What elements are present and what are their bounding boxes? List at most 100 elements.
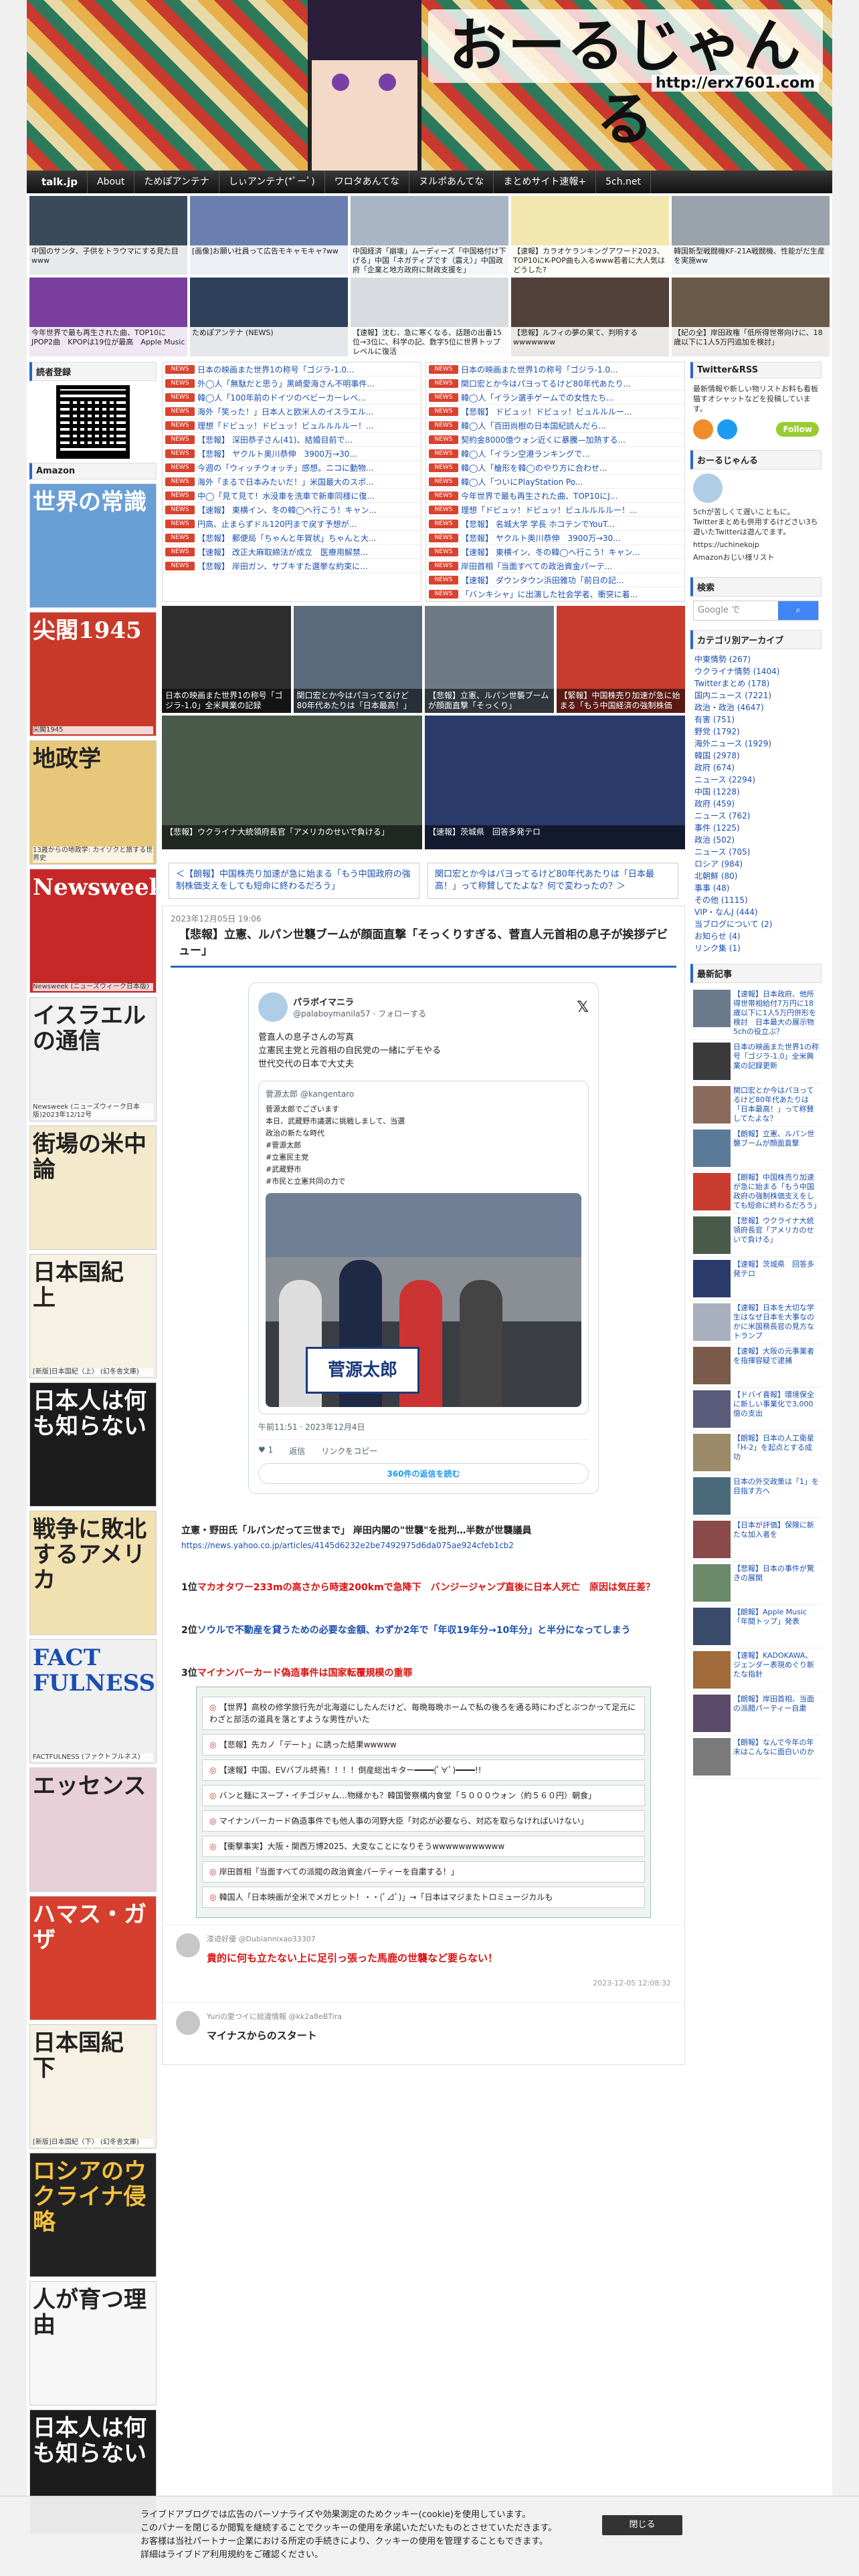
news-list-row[interactable]: NEWS 海外「まるで日本みたいだ！」米国最大のスポ... <box>163 475 421 489</box>
article-title[interactable]: 【悲報】立憲、ルパン世襲ブームが顔面直撃「そっくりすぎる、菅直人元首相の息子が挨… <box>171 927 676 968</box>
quoted-tweet[interactable]: 菅源太郎 @kangentaro 菅源太郎でございます 本日、武蔵野市議選に挑戦し… <box>258 1081 589 1414</box>
recent-article[interactable]: 【速報】KADOKAWA、ジェンダー表現めぐり新たな指針 <box>690 1648 822 1692</box>
news-link[interactable]: 【悲報】 岸田ガン、サブキすた選挙な約束に... <box>197 560 368 572</box>
news-link[interactable]: 関口宏とか今はパヨってるけど80年代あたり... <box>461 378 631 389</box>
category-link[interactable]: 野党 (1792) <box>690 726 822 738</box>
nav-item[interactable]: まとめサイト速報+ <box>494 171 597 193</box>
recent-thumb[interactable] <box>693 1608 731 1645</box>
recent-title[interactable]: 【ドバイ喜報】環境保全に新しい事業化で3,000億の支出 <box>733 1390 819 1428</box>
antenna-thumb[interactable]: [画像]お願い社員って広告モキャモキャ?ww <box>190 196 348 275</box>
related-link-text[interactable]: 岸田首相「当面すべての派閥の政治資金パーティーを自粛する！」 <box>219 1867 459 1876</box>
search-input[interactable]: Google で <box>694 601 778 620</box>
news-list-row[interactable]: NEWS 日本の映画また世界1の称号「ゴジラ-1.0... <box>426 362 684 377</box>
quoted-tweet-photo[interactable]: 菅源太郎 <box>266 1193 581 1407</box>
nav-item[interactable]: About <box>88 171 135 193</box>
recent-title[interactable]: 【朗報】なんで今年の年末はこんなに面白いのか <box>733 1738 819 1776</box>
embedded-tweet[interactable]: パラボイマニラ @palaboymanila57 · フォローする 𝕏 菅直人の… <box>248 982 599 1494</box>
category-link[interactable]: ウクライナ情勢 (1404) <box>690 665 822 677</box>
recent-title[interactable]: 【朗報】Apple Music「年間トップ」発表 <box>733 1608 819 1645</box>
nav-item[interactable]: しぃアンテナ(*ﾟーﾟ) <box>219 171 325 193</box>
commenter-name[interactable]: 漆迹好優 @Dubiannixao33307 <box>207 1933 671 1944</box>
news-source-link[interactable]: https://news.yahoo.co.jp/articles/4145d6… <box>181 1541 514 1550</box>
copy-link-button[interactable]: リンクをコピー <box>321 1445 377 1457</box>
news-link[interactable]: 円高、止まらずドル120円まで戻す予想が... <box>197 518 357 530</box>
featured-caption[interactable]: 【悲報】ウクライナ大統領府長官「アメリカのせいで負ける」 <box>162 825 422 849</box>
amazon-book[interactable]: ハマス・ガザ <box>29 1896 157 2020</box>
recent-title[interactable]: 【朗報】中国株売り加速が急に始まる「もう中国政府の強制株価支えをしても短命に終わ… <box>733 1173 821 1210</box>
recent-title[interactable]: 日本の映画また世界1の称号「ゴジラ-1.0」全米興業の記録更新 <box>733 1043 819 1080</box>
amazon-book[interactable]: ロシアのウクライナ侵略 <box>29 2153 157 2277</box>
recent-title[interactable]: 【速報】茨城県 回答多発テロ <box>733 1260 819 1297</box>
news-link[interactable]: 今年世界で最も再生された曲、TOP10にJ... <box>461 490 617 502</box>
related-link-text[interactable]: 【速報】中国、EVバブル終焉！！！！倒産総出キター━━━━(ﾟ∀ﾟ)━━━━!! <box>219 1765 482 1775</box>
next-article-link[interactable]: 関口宏とか今はパヨってるけど80年代あたりは「日本最高！」って称賛してたよな？何… <box>427 863 678 899</box>
news-list-row[interactable]: NEWS 「バンキシャ」に出演した社会学者、衝突に着... <box>426 587 684 601</box>
amazon-book[interactable]: Newsweek Newsweek (ニューズウィーク日本版) <box>29 869 157 993</box>
news-list-row[interactable]: NEWS 海外「笑った！」日本人と欧米人のイスラエル... <box>163 405 421 419</box>
category-link[interactable]: リンク集 (1) <box>690 942 822 954</box>
related-link[interactable]: ◎ 韓国人「日本映画が全米でメガヒット！・・(ﾟ⊿ﾟ)」→「日本はマジまたトロミ… <box>202 1887 645 1908</box>
recent-title[interactable]: 【速報】日本を大切な学生はなぜ日本を大事なのかに米国務長官の見方なトランプ <box>733 1303 819 1341</box>
news-list-row[interactable]: NEWS 【悲報】 深田恭子さん(41)、結婚目前で... <box>163 433 421 447</box>
site-profile-url[interactable]: https://uchinekojp <box>690 538 822 551</box>
related-link-text[interactable]: 韓国人「日本映画が全米でメガヒット！・・(ﾟ⊿ﾟ)」→「日本はマジまたトロミュー… <box>219 1893 553 1902</box>
commenter-avatar[interactable] <box>176 2011 200 2035</box>
news-list-row[interactable]: NEWS 【速報】 東横イン、冬の韓◯へ行こう！キャン... <box>163 503 421 517</box>
news-link[interactable]: 海外「まるで日本みたいだ！」米国最大のスポ... <box>197 476 373 488</box>
antenna-thumb[interactable]: 今年世界で最も再生された曲、TOP10にJPOP2曲 KPOPは19位が最高 A… <box>29 278 187 356</box>
related-link[interactable]: ◎ 【速報】中国、EVバブル終焉！！！！倒産総出キター━━━━(ﾟ∀ﾟ)━━━━… <box>202 1759 645 1781</box>
antenna-thumb[interactable]: 韓国新型戦闘機KF-21A戦闘機、性能がだ生産を実施ww <box>672 196 830 275</box>
antenna-thumb[interactable]: 【速報】カラオケランキングアワード2023、TOP10にK-POP曲も入るwww… <box>511 196 669 275</box>
thumb-caption[interactable]: 【速報】沈む、急に寒くなる、話題の出番15位→3位に、科学の記、数字5位に世界ト… <box>351 327 508 356</box>
recent-title[interactable]: 【朗報】岸田首相、当面の派閥パーティー自粛 <box>733 1695 819 1732</box>
category-link[interactable]: その他 (1115) <box>690 894 822 906</box>
recent-title[interactable]: 【悲報】日本の事件が驚きの展開 <box>733 1564 819 1602</box>
category-link[interactable]: 北朝鮮 (80) <box>690 870 822 882</box>
x-logo-icon[interactable]: 𝕏 <box>577 999 589 1016</box>
news-list-row[interactable]: NEWS 【悲報】 ヤクルト奥川恭伸 3900万→30... <box>163 447 421 461</box>
news-link[interactable]: 今週の「ウィッチウォッチ」感想。ニコに動物... <box>197 462 373 473</box>
thumb-caption[interactable]: 【速報】カラオケランキングアワード2023、TOP10にK-POP曲も入るwww… <box>511 245 669 275</box>
news-link[interactable]: 中◯「見て見て！水没車を洗車で新車同様に復... <box>197 490 375 502</box>
book-caption[interactable]: [新版]日本国紀〈下〉 (幻冬舎文庫) <box>33 2139 153 2147</box>
news-link[interactable]: 【速報】 ダウンタウン浜田雅功「前日の記... <box>461 574 624 586</box>
rank-link[interactable]: ソウルで不動産を貸うための必要な金額、わずか2年で「年収19年分→10年分」と半… <box>197 1625 631 1636</box>
antenna-thumb[interactable]: 中国のサンタ、子供をトラウマにする見た目www <box>29 196 187 275</box>
featured-caption[interactable]: 関口宏とか今はパヨってるけど80年代あたりは「日本最高！」 <box>293 689 422 713</box>
news-link[interactable]: 【速報】 東横イン、冬の韓◯へ行こう！キャン... <box>461 546 640 558</box>
related-link[interactable]: ◎ 【衝撃事実】大阪・関西万博2025、大変なことになりそうwwwwwwwwww… <box>202 1836 645 1857</box>
recent-article[interactable]: 【朗報】日本の人工衛星「H-2」を起点とする成功 <box>690 1431 822 1475</box>
related-link-text[interactable]: バンと麺にスープ・イチゴジャム…物縁かも？韓国警察構内食堂「５０００ウォン（約５… <box>219 1791 596 1800</box>
related-link-text[interactable]: 【世界】高校の修学旅行先が北海道にしたんだけど、毎晩毎晩ホームで私の後ろを通る時… <box>209 1703 636 1724</box>
recent-title[interactable]: 【速報】日本政府、他所得世帯相給付7万円に18歳以下に1人5万円併形を検討 日本… <box>733 990 819 1037</box>
related-link-text[interactable]: 【悲報】先カノ「デート」に誘った結果wwwww <box>219 1740 397 1749</box>
category-link[interactable]: 海外ニュース (1929) <box>690 738 822 750</box>
related-link[interactable]: ◎ 【世界】高校の修学旅行先が北海道にしたんだけど、毎晩毎晩ホームで私の後ろを通… <box>202 1697 645 1730</box>
twitter-icon[interactable] <box>717 419 737 439</box>
recent-thumb[interactable] <box>693 1216 731 1254</box>
news-link[interactable]: 海外「笑った！」日本人と欧米人のイスラエル... <box>197 406 373 417</box>
recent-article[interactable]: 【悲報】日本の事件が驚きの展開 <box>690 1562 822 1605</box>
recent-article[interactable]: 【速報】大阪の元事業者を指揮容疑で逮捕 <box>690 1344 822 1388</box>
recent-thumb[interactable] <box>693 1695 731 1732</box>
amazon-book[interactable]: 尖閣1945 尖閣1945 <box>29 612 157 736</box>
recent-title[interactable]: 【日本が評価】保険に新たな加入者を <box>733 1521 819 1558</box>
reply-button[interactable]: 返信 <box>289 1445 305 1457</box>
recent-thumb[interactable] <box>693 1651 731 1689</box>
category-link[interactable]: 中東情勢 (267) <box>690 653 822 665</box>
news-link[interactable]: 【悲報】 ヤクルト奥川恭伸 3900万→30... <box>197 448 357 459</box>
antenna-thumb[interactable]: 【紀の全】岸田政権「低所得世帯向けに、18歳以下に1人5万円追加を検討」 <box>672 278 830 356</box>
search-button[interactable]: ⌕ <box>778 601 818 620</box>
amazon-book[interactable]: 戦争に敗北するアメリカ <box>29 1511 157 1635</box>
recent-article[interactable]: 【速報】茨城県 回答多発テロ <box>690 1257 822 1301</box>
thumb-caption[interactable]: 【紀の全】岸田政権「低所得世帯向けに、18歳以下に1人5万円追加を検討」 <box>672 327 830 356</box>
qr-code[interactable] <box>56 385 130 459</box>
recent-title[interactable]: 関口宏とか今はパヨってるけど80年代あたりは「日本最高！」って称賛してたよな？ <box>733 1086 819 1123</box>
category-link[interactable]: ロシア (984) <box>690 858 822 870</box>
news-link[interactable]: 【悲報】 名城大学 学長 ホコテンでYouT... <box>461 518 614 530</box>
featured-article[interactable]: 【悲報】立憲、ルパン世襲ブームが顔面直撃「そっくり」 <box>425 606 554 713</box>
book-caption[interactable]: [新版]日本国紀〈上〉 (幻冬舎文庫) <box>33 1368 153 1376</box>
recent-thumb[interactable] <box>693 1043 731 1080</box>
amazon-book[interactable]: 人が育つ理由 <box>29 2281 157 2405</box>
book-caption[interactable]: 13歳からの地政学: カイゾクと旅する世界史 <box>33 847 153 863</box>
